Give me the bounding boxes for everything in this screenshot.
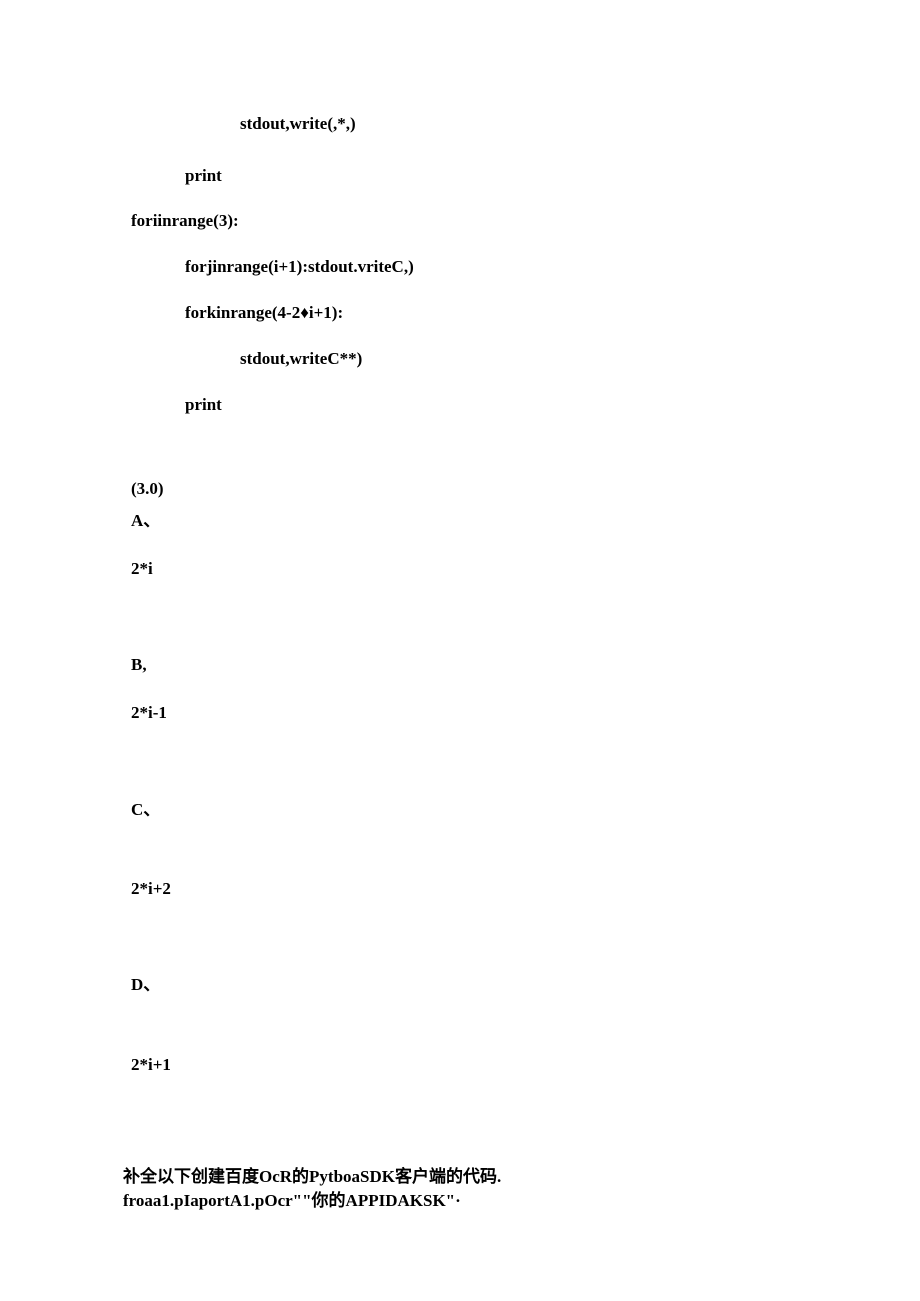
option-a-value: 2*i [131, 558, 153, 580]
code-line: print [185, 394, 222, 416]
code-line: stdout,write(,*,) [240, 113, 356, 135]
option-c-value: 2*i+2 [131, 878, 171, 900]
option-d-value: 2*i+1 [131, 1054, 171, 1076]
code-line: foriinrange(3): [131, 210, 239, 232]
code-line: forjinrange(i+1):stdout.vriteC,) [185, 256, 414, 278]
option-c-label: C、 [131, 799, 160, 821]
code-line: forkinrange(4-2♦i+1): [185, 302, 343, 324]
footer-line-2: froaa1.pIaportA1.pOcr""你的APPIDAKSK"· [123, 1190, 461, 1212]
option-a-label: A、 [131, 510, 160, 532]
question-header: (3.0) [131, 478, 164, 500]
option-b-label: B, [131, 654, 147, 676]
footer-line-1: 补全以下创建百度OcR的PytboaSDK客户端的代码. [123, 1166, 501, 1188]
option-b-value: 2*i-1 [131, 702, 167, 724]
code-line: stdout,writeC**) [240, 348, 362, 370]
code-line: print [185, 165, 222, 187]
option-d-label: D、 [131, 974, 160, 996]
